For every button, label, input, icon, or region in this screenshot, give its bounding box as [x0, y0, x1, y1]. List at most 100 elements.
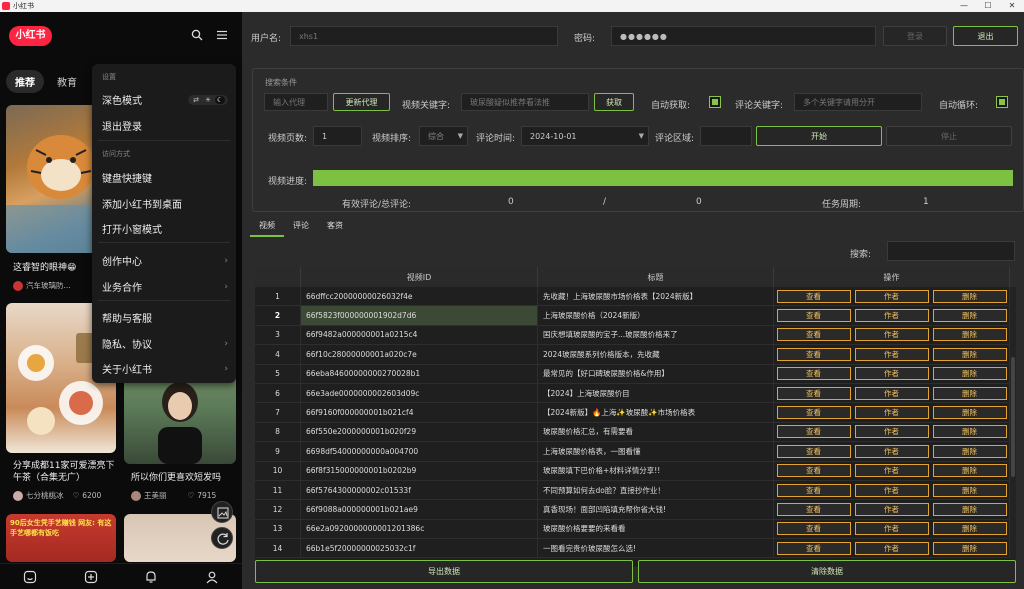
- title-cell[interactable]: 国庆想填玻尿酸的宝子...玻尿酸价格来了: [538, 325, 774, 345]
- login-button[interactable]: 登录: [883, 26, 947, 46]
- title-cell[interactable]: 【2024】上海玻尿酸价目: [538, 383, 774, 403]
- card-author[interactable]: 王美丽: [144, 490, 167, 501]
- table-row[interactable]: 4 66f10c28000000001a020c7e 2024玻尿酸系列价格版本，先…: [255, 345, 1010, 365]
- comment-time-picker[interactable]: 2024-10-01 ▼: [521, 126, 649, 146]
- table-row[interactable]: 11 66f5764300000002c01533f 不同预算如何去do脸？直接抄作…: [255, 480, 1010, 501]
- light-theme-icon[interactable]: ☀: [203, 96, 213, 104]
- search-icon[interactable]: [191, 29, 203, 41]
- dark-theme-icon[interactable]: ☾: [215, 95, 225, 104]
- image-fab[interactable]: [211, 501, 233, 523]
- table-row[interactable]: 9 6698df54000000000a004700 上海玻尿酸价格表，一图看懂 查看…: [255, 442, 1010, 462]
- table-row[interactable]: 12 66f9088a000000001b021ae9 真香现场！面部凹陷填充帮你省…: [255, 500, 1010, 520]
- stop-button[interactable]: 停止: [886, 126, 1012, 146]
- heart-icon[interactable]: ♡: [73, 491, 80, 500]
- username-input[interactable]: xhs1: [290, 26, 558, 46]
- author-button[interactable]: 作者: [854, 483, 929, 497]
- tab-comments[interactable]: 评论: [284, 216, 318, 237]
- col-header-title[interactable]: 标题: [538, 267, 774, 287]
- close-icon[interactable]: ✕: [1000, 0, 1024, 12]
- author-button[interactable]: 作者: [854, 541, 929, 555]
- tab-videos[interactable]: 视频: [250, 216, 284, 237]
- tab-education[interactable]: 教育: [48, 70, 86, 93]
- fetch-button[interactable]: 获取: [594, 93, 634, 111]
- col-header-actions[interactable]: 操作: [774, 267, 1010, 287]
- menu-item-about[interactable]: 关于小红书 ›: [102, 361, 228, 377]
- table-row[interactable]: 7 66f9160f000000001b021cf4 【2024新版】🔥上海✨玻尿酸…: [255, 403, 1010, 423]
- delete-button[interactable]: 删除: [932, 425, 1007, 439]
- author-button[interactable]: 作者: [854, 522, 929, 536]
- menu-item-dark-mode[interactable]: 深色模式 ⇄ ☀ ☾: [102, 92, 228, 107]
- video-id-cell[interactable]: 66f8f315000000001b0202b9: [301, 461, 538, 480]
- delete-button[interactable]: 删除: [932, 347, 1007, 361]
- table-scrollbar[interactable]: [1010, 287, 1016, 567]
- delete-button[interactable]: 删除: [932, 406, 1007, 420]
- card-author[interactable]: 七分桃桃冰: [26, 490, 64, 501]
- title-cell[interactable]: 玻尿酸价格汇总，有需要看: [538, 422, 774, 442]
- scrollbar-thumb[interactable]: [1011, 357, 1015, 477]
- card-image-short-hair[interactable]: [124, 372, 236, 464]
- menu-item-business[interactable]: 业务合作 ›: [102, 279, 228, 295]
- delete-button[interactable]: 删除: [932, 464, 1007, 478]
- minimize-icon[interactable]: —: [952, 0, 976, 12]
- update-proxy-button[interactable]: 更新代理: [333, 93, 390, 111]
- comment-keyword-input[interactable]: 多个关键字请用分开: [794, 93, 922, 111]
- author-button[interactable]: 作者: [854, 444, 929, 458]
- author-button[interactable]: 作者: [854, 386, 929, 400]
- video-id-cell[interactable]: 66dffcc20000000026032f4e: [301, 287, 538, 306]
- author-button[interactable]: 作者: [854, 425, 929, 439]
- profile-icon[interactable]: [205, 570, 219, 584]
- menu-icon[interactable]: [216, 29, 228, 41]
- title-cell[interactable]: 【2024新版】🔥上海✨玻尿酸✨市场价格表: [538, 403, 774, 422]
- video-id-cell[interactable]: 6698df54000000000a004700: [301, 442, 538, 461]
- delete-button[interactable]: 删除: [932, 502, 1007, 516]
- author-button[interactable]: 作者: [854, 328, 929, 342]
- author-button[interactable]: 作者: [854, 502, 929, 516]
- col-header-index[interactable]: [255, 267, 301, 287]
- view-button[interactable]: 查看: [776, 367, 851, 381]
- proxy-input[interactable]: 输入代理: [264, 93, 328, 111]
- logout-button[interactable]: 退出: [953, 26, 1018, 46]
- title-cell[interactable]: 先收藏！上海玻尿酸市场价格表【2024新版】: [538, 287, 774, 306]
- logo[interactable]: 小红书: [9, 26, 52, 46]
- table-row[interactable]: 13 66e2a0920000000001201386c 玻尿酸价格要要的来看看 查看…: [255, 519, 1010, 540]
- author-button[interactable]: 作者: [854, 367, 929, 381]
- menu-item-mini-window[interactable]: 打开小窗模式: [102, 221, 228, 236]
- delete-button[interactable]: 删除: [932, 386, 1007, 400]
- video-id-cell[interactable]: 66f9160f000000001b021cf4: [301, 403, 538, 422]
- comment-region-input[interactable]: [700, 126, 752, 146]
- bell-icon[interactable]: [144, 570, 158, 584]
- title-cell[interactable]: 2024玻尿酸系列价格版本，先收藏: [538, 345, 774, 364]
- author-button[interactable]: 作者: [854, 347, 929, 361]
- view-button[interactable]: 查看: [776, 522, 851, 536]
- delete-button[interactable]: 删除: [932, 309, 1007, 323]
- card-image-craft[interactable]: 90后女生凭手艺赚钱 网友: 有这手艺哪都有饭吃: [6, 514, 116, 562]
- title-cell[interactable]: 真香现场！面部凹陷填充帮你省大钱!: [538, 500, 774, 519]
- refresh-fab[interactable]: [211, 527, 233, 549]
- heart-icon[interactable]: ♡: [188, 491, 195, 500]
- delete-button[interactable]: 删除: [932, 289, 1007, 303]
- title-cell[interactable]: 不同预算如何去do脸？直接抄作业！: [538, 480, 774, 500]
- table-row[interactable]: 6 66e3ade0000000002603d09c 【2024】上海玻尿酸价目 查看…: [255, 383, 1010, 404]
- menu-item-creator[interactable]: 创作中心 ›: [102, 253, 228, 269]
- theme-toggle[interactable]: ⇄ ☀ ☾: [188, 94, 228, 105]
- table-row[interactable]: 2 66f5823f000000001902d7d6 上海玻尿酸价格（2024新版）…: [255, 306, 1010, 326]
- video-sort-select[interactable]: 综合 ▼: [419, 126, 468, 146]
- video-id-cell[interactable]: 66e3ade0000000002603d09c: [301, 383, 538, 403]
- avatar[interactable]: [13, 280, 23, 291]
- title-cell[interactable]: 一图看完贵价玻尿酸怎么选!: [538, 539, 774, 558]
- video-id-cell[interactable]: 66f550e2000000001b020f29: [301, 422, 538, 442]
- maximize-icon[interactable]: ☐: [976, 0, 1000, 12]
- home-icon[interactable]: [23, 570, 37, 584]
- table-row[interactable]: 3 66f9482a000000001a0215c4 国庆想填玻尿酸的宝子...玻尿…: [255, 325, 1010, 346]
- video-id-cell[interactable]: 66f5764300000002c01533f: [301, 480, 538, 500]
- view-button[interactable]: 查看: [776, 328, 851, 342]
- clear-data-button[interactable]: 清除数据: [638, 560, 1016, 583]
- auto-theme-icon[interactable]: ⇄: [191, 96, 201, 104]
- table-row[interactable]: 8 66f550e2000000001b020f29 玻尿酸价格汇总，有需要看 查看作…: [255, 422, 1010, 443]
- author-button[interactable]: 作者: [854, 406, 929, 420]
- view-button[interactable]: 查看: [776, 464, 851, 478]
- start-button[interactable]: 开始: [756, 126, 882, 146]
- delete-button[interactable]: 删除: [932, 541, 1007, 555]
- export-data-button[interactable]: 导出数据: [255, 560, 633, 583]
- view-button[interactable]: 查看: [776, 309, 851, 323]
